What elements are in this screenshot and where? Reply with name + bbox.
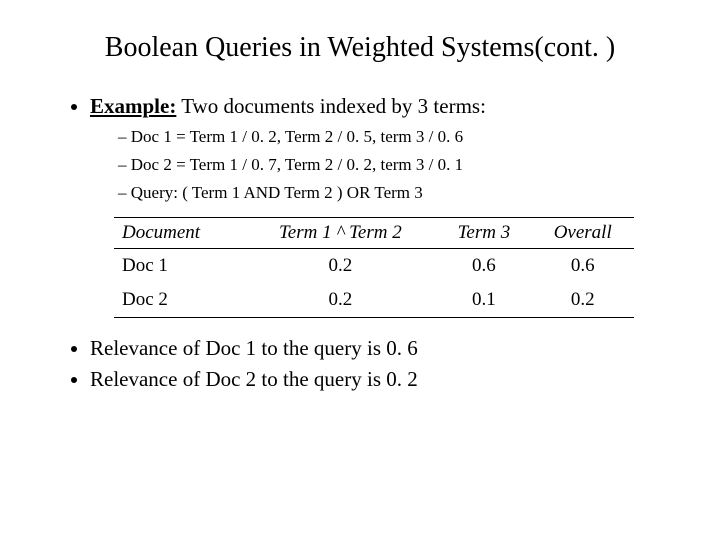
slide: Boolean Queries in Weighted Systems(cont…: [0, 0, 720, 540]
slide-title: Boolean Queries in Weighted Systems(cont…: [50, 32, 670, 64]
th-document: Document: [114, 218, 244, 249]
cell-overall: 0.2: [531, 283, 634, 318]
example-text: Two documents indexed by 3 terms:: [176, 94, 486, 118]
sub-item-doc1: Doc 1 = Term 1 / 0. 2, Term 2 / 0. 5, te…: [118, 127, 670, 147]
sub-item-doc2: Doc 2 = Term 1 / 0. 7, Term 2 / 0. 2, te…: [118, 155, 670, 175]
cell-overall: 0.6: [531, 249, 634, 284]
table-header-row: Document Term 1 ^ Term 2 Term 3 Overall: [114, 218, 634, 249]
cell-doc: Doc 1: [114, 249, 244, 284]
conclusion-doc1: Relevance of Doc 1 to the query is 0. 6: [90, 336, 670, 361]
cell-and: 0.2: [244, 283, 436, 318]
result-table: Document Term 1 ^ Term 2 Term 3 Overall …: [114, 217, 634, 318]
cell-term3: 0.1: [436, 283, 531, 318]
example-bullet: Example: Two documents indexed by 3 term…: [90, 94, 670, 203]
result-table-wrap: Document Term 1 ^ Term 2 Term 3 Overall …: [114, 217, 634, 318]
conclusion-doc2: Relevance of Doc 2 to the query is 0. 2: [90, 367, 670, 392]
cell-term3: 0.6: [436, 249, 531, 284]
table-row: Doc 1 0.2 0.6 0.6: [114, 249, 634, 284]
cell-doc: Doc 2: [114, 283, 244, 318]
cell-and: 0.2: [244, 249, 436, 284]
conclusion-list: Relevance of Doc 1 to the query is 0. 6 …: [50, 336, 670, 392]
th-term1-and-term2: Term 1 ^ Term 2: [244, 218, 436, 249]
example-sub-list: Doc 1 = Term 1 / 0. 2, Term 2 / 0. 5, te…: [90, 127, 670, 203]
th-term3: Term 3: [436, 218, 531, 249]
sub-item-query: Query: ( Term 1 AND Term 2 ) OR Term 3: [118, 183, 670, 203]
example-label: Example:: [90, 94, 176, 118]
table-row: Doc 2 0.2 0.1 0.2: [114, 283, 634, 318]
th-overall: Overall: [531, 218, 634, 249]
example-list: Example: Two documents indexed by 3 term…: [50, 94, 670, 203]
